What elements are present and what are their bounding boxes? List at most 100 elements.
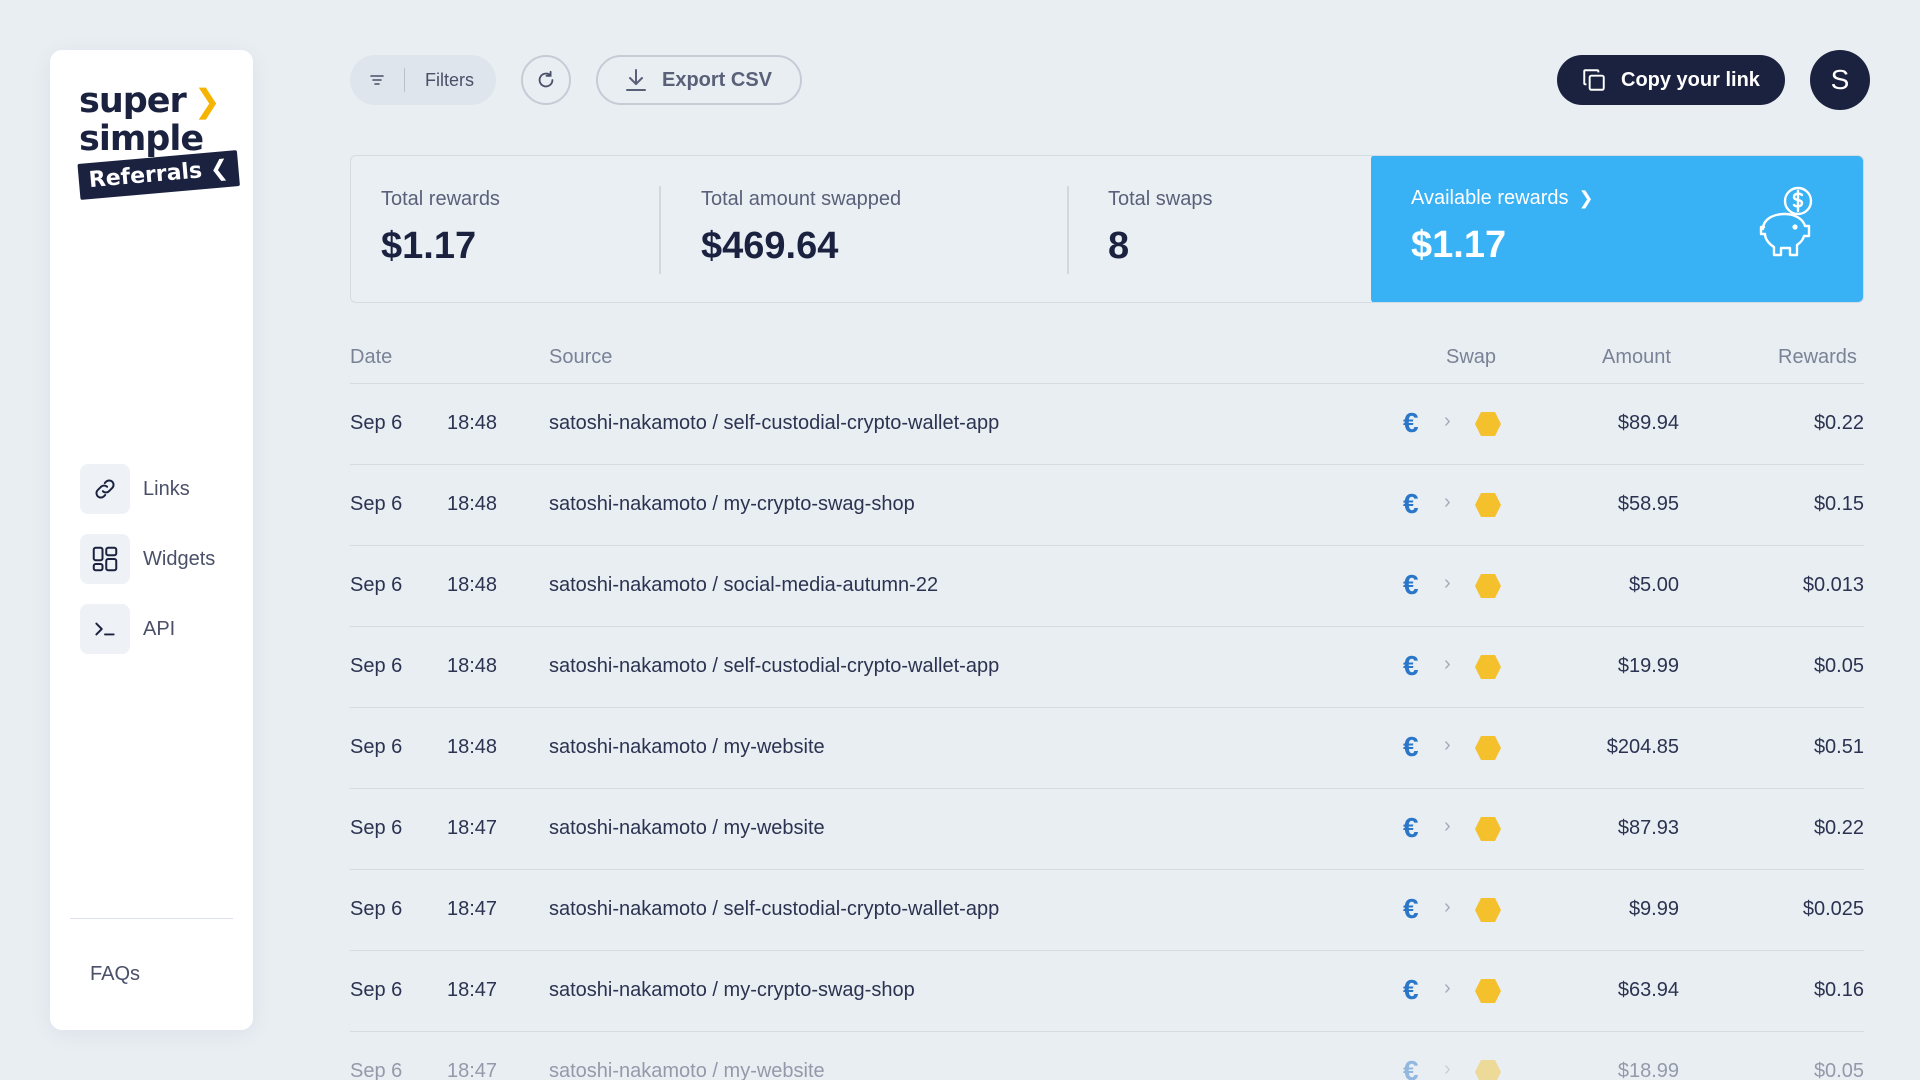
swap-arrow-icon: › bbox=[1444, 572, 1451, 594]
euro-icon: € bbox=[1403, 569, 1419, 600]
available-rewards-panel[interactable]: Available rewards ❯ $1.17 bbox=[1371, 156, 1863, 302]
sidebar-item-links[interactable]: Links bbox=[80, 464, 215, 514]
stat-label: Total rewards bbox=[381, 188, 500, 210]
row-reward: $0.51 bbox=[1813, 736, 1864, 758]
table-row[interactable]: Sep 6 18:47 satoshi-nakamoto / my-websit… bbox=[350, 1032, 1864, 1080]
row-date: Sep 6 bbox=[350, 898, 403, 920]
logo-text-super: super bbox=[79, 81, 187, 121]
table-row[interactable]: Sep 6 18:47 satoshi-nakamoto / my-websit… bbox=[350, 789, 1864, 870]
row-time: 18:48 bbox=[447, 655, 498, 677]
download-icon bbox=[626, 69, 646, 91]
row-source: satoshi-nakamoto / my-crypto-swag-shop bbox=[549, 493, 915, 515]
row-time: 18:47 bbox=[447, 1060, 498, 1080]
swap-arrow-icon: › bbox=[1444, 1058, 1451, 1080]
token-hexagon-icon bbox=[1475, 1060, 1501, 1080]
row-reward: $0.05 bbox=[1813, 655, 1864, 677]
row-amount: $19.99 bbox=[1617, 655, 1679, 677]
column-header-source[interactable]: Source bbox=[549, 346, 612, 369]
row-time: 18:48 bbox=[447, 736, 498, 758]
refresh-button[interactable] bbox=[521, 55, 571, 105]
sidebar-divider bbox=[70, 918, 233, 919]
row-amount: $89.94 bbox=[1617, 412, 1679, 434]
row-date: Sep 6 bbox=[350, 979, 403, 1001]
export-csv-button[interactable]: Export CSV bbox=[596, 55, 802, 105]
row-reward: $0.025 bbox=[1802, 898, 1864, 920]
row-date: Sep 6 bbox=[350, 736, 403, 758]
swap-arrow-icon: › bbox=[1444, 815, 1451, 837]
swap-arrow-icon: › bbox=[1444, 977, 1451, 999]
sidebar-item-label: Widgets bbox=[143, 547, 216, 570]
row-source: satoshi-nakamoto / self-custodial-crypto… bbox=[549, 898, 1000, 920]
table-row[interactable]: Sep 6 18:48 satoshi-nakamoto / my-crypto… bbox=[350, 465, 1864, 546]
copy-link-button[interactable]: Copy your link bbox=[1557, 55, 1785, 105]
logo-chevron-right-icon: ❯ bbox=[193, 82, 221, 120]
filters-button[interactable]: Filters bbox=[350, 55, 496, 105]
row-amount: $58.95 bbox=[1617, 493, 1679, 515]
terminal-icon bbox=[80, 604, 130, 654]
table-row[interactable]: Sep 6 18:47 satoshi-nakamoto / self-cust… bbox=[350, 870, 1864, 951]
row-amount: $9.99 bbox=[1628, 898, 1679, 920]
copy-icon bbox=[1583, 69, 1605, 91]
token-hexagon-icon bbox=[1475, 817, 1501, 841]
row-source: satoshi-nakamoto / social-media-autumn-2… bbox=[549, 574, 939, 596]
stat-label: Available rewards ❯ bbox=[1411, 187, 1594, 210]
row-date: Sep 6 bbox=[350, 493, 403, 515]
row-date: Sep 6 bbox=[350, 574, 403, 596]
row-reward: $0.013 bbox=[1802, 574, 1864, 596]
sidebar-item-widgets[interactable]: Widgets bbox=[80, 534, 215, 584]
row-time: 18:47 bbox=[447, 898, 498, 920]
table-row[interactable]: Sep 6 18:47 satoshi-nakamoto / my-crypto… bbox=[350, 951, 1864, 1032]
sidebar-item-api[interactable]: API bbox=[80, 604, 215, 654]
euro-icon: € bbox=[1403, 893, 1419, 924]
token-hexagon-icon bbox=[1475, 655, 1501, 679]
row-reward: $0.22 bbox=[1813, 817, 1864, 839]
refresh-icon bbox=[538, 70, 554, 88]
avatar[interactable]: S bbox=[1810, 50, 1870, 110]
row-amount: $87.93 bbox=[1617, 817, 1679, 839]
row-time: 18:48 bbox=[447, 574, 498, 596]
column-header-swap[interactable]: Swap bbox=[1446, 346, 1496, 369]
table-header: Date Source Swap Amount Rewards bbox=[350, 346, 1864, 384]
table-row[interactable]: Sep 6 18:48 satoshi-nakamoto / self-cust… bbox=[350, 384, 1864, 465]
available-rewards-label: Available rewards bbox=[1411, 187, 1569, 209]
logo-chevron-left-icon: ❮ bbox=[208, 155, 230, 183]
stat-total-rewards: Total rewards $1.17 bbox=[381, 188, 500, 268]
stat-value: $1.17 bbox=[1411, 224, 1507, 266]
logo-line-1: super ❯ bbox=[79, 82, 239, 120]
euro-icon: € bbox=[1403, 974, 1419, 1005]
table-row[interactable]: Sep 6 18:48 satoshi-nakamoto / my-websit… bbox=[350, 708, 1864, 789]
export-csv-label: Export CSV bbox=[662, 68, 773, 91]
faqs-link[interactable]: FAQs bbox=[90, 963, 140, 986]
app-logo[interactable]: super ❯ simple Referrals ❮ bbox=[77, 82, 240, 200]
stat-total-swapped: Total amount swapped $469.64 bbox=[701, 188, 901, 268]
sidebar-item-label: Links bbox=[143, 477, 190, 500]
referrals-dashboard: super ❯ simple Referrals ❮ Links Widgets… bbox=[0, 0, 1920, 1080]
sidebar-nav: Links Widgets API bbox=[80, 464, 215, 674]
table-row[interactable]: Sep 6 18:48 satoshi-nakamoto / self-cust… bbox=[350, 627, 1864, 708]
stat-total-swaps: Total swaps 8 bbox=[1108, 188, 1213, 268]
column-header-amount[interactable]: Amount bbox=[1602, 346, 1671, 369]
stat-available-rewards: Available rewards ❯ $1.17 bbox=[1411, 187, 1594, 267]
row-amount: $63.94 bbox=[1617, 979, 1679, 1001]
row-date: Sep 6 bbox=[350, 655, 403, 677]
filter-icon bbox=[350, 73, 404, 87]
swap-arrow-icon: › bbox=[1444, 491, 1451, 513]
euro-icon: € bbox=[1403, 731, 1419, 762]
row-amount: $5.00 bbox=[1628, 574, 1679, 596]
stat-value: 8 bbox=[1108, 225, 1130, 267]
swap-arrow-icon: › bbox=[1444, 410, 1451, 432]
sidebar-item-label: API bbox=[143, 617, 176, 640]
token-hexagon-icon bbox=[1475, 574, 1501, 598]
column-header-date[interactable]: Date bbox=[350, 346, 392, 369]
row-time: 18:48 bbox=[447, 412, 498, 434]
row-amount: $18.99 bbox=[1617, 1060, 1679, 1080]
filters-label: Filters bbox=[425, 69, 474, 90]
logo-tag-text: Referrals bbox=[87, 158, 204, 194]
column-header-rewards[interactable]: Rewards bbox=[1778, 346, 1857, 369]
row-reward: $0.16 bbox=[1813, 979, 1864, 1001]
row-source: satoshi-nakamoto / my-website bbox=[549, 1060, 825, 1080]
stat-divider bbox=[659, 186, 661, 274]
table-row[interactable]: Sep 6 18:48 satoshi-nakamoto / social-me… bbox=[350, 546, 1864, 627]
row-time: 18:47 bbox=[447, 979, 498, 1001]
filters-separator bbox=[404, 68, 405, 92]
